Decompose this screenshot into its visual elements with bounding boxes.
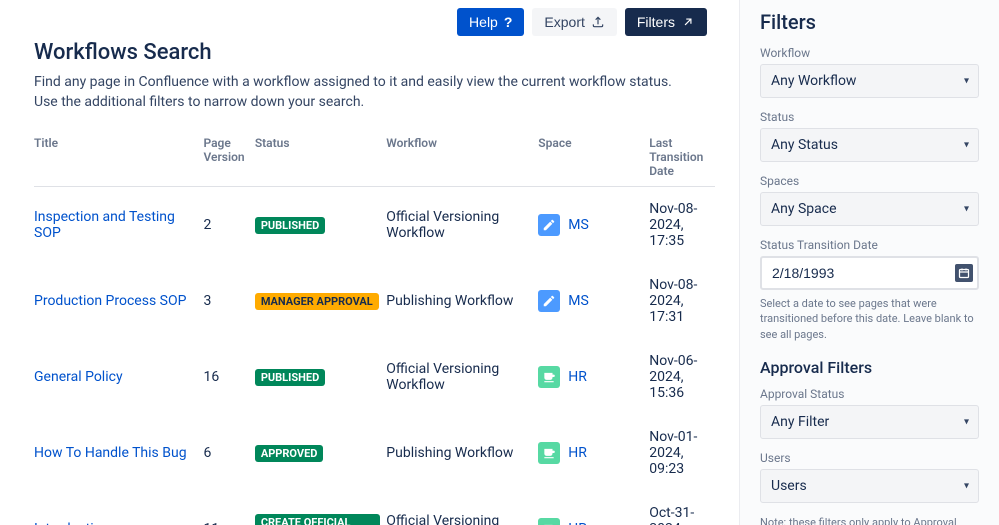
row-date: Nov-06-2024, 15:36 <box>649 339 715 415</box>
status-badge: PUBLISHED <box>255 369 325 386</box>
help-label: Help <box>469 14 498 30</box>
share-icon <box>591 15 605 29</box>
column-title: Title <box>34 128 203 187</box>
row-version: 11 <box>203 491 254 525</box>
arrow-icon <box>681 15 695 29</box>
calendar-icon <box>955 264 973 282</box>
column-space: Space <box>538 128 649 187</box>
space-icon <box>538 442 560 464</box>
status-badge: APPROVED <box>255 445 324 462</box>
status-badge: MANAGER APPROVAL <box>255 293 379 310</box>
approval-help-text-span: Note: these filters only apply to Approv… <box>760 516 957 525</box>
main-content: Help ? Export Filters Workflows Search F… <box>0 0 739 525</box>
row-date: Nov-08-2024, 17:31 <box>649 263 715 339</box>
date-label: Status Transition Date <box>760 238 979 252</box>
column-status: Status <box>255 128 386 187</box>
row-version: 3 <box>203 263 254 339</box>
row-title-link[interactable]: Introduction <box>34 521 109 525</box>
export-label: Export <box>544 14 584 30</box>
space-icon <box>538 518 560 525</box>
row-date: Nov-08-2024, 17:35 <box>649 187 715 264</box>
table-row: General Policy 16 PUBLISHED Official Ver… <box>34 339 715 415</box>
status-label: Status <box>760 110 979 124</box>
status-select[interactable]: Any Status <box>760 128 979 162</box>
row-title-link[interactable]: Inspection and Testing SOP <box>34 209 175 241</box>
workflow-select[interactable]: Any Workflow <box>760 64 979 98</box>
table-row: Inspection and Testing SOP 2 PUBLISHED O… <box>34 187 715 264</box>
spaces-select[interactable]: Any Space <box>760 192 979 226</box>
spaces-label: Spaces <box>760 174 979 188</box>
status-badge: CREATE OFFICIAL VERSION <box>255 514 380 525</box>
page-title: Workflows Search <box>34 40 715 65</box>
space-link[interactable]: HR <box>568 521 587 525</box>
help-button[interactable]: Help ? <box>457 8 524 36</box>
filters-label: Filters <box>637 14 675 30</box>
sidebar-title: Filters <box>760 10 979 34</box>
users-select[interactable]: Users <box>760 469 979 503</box>
date-help-text: Select a date to see pages that were tra… <box>760 296 979 342</box>
row-version: 16 <box>203 339 254 415</box>
column-last-transition-date: Last Transition Date <box>649 128 715 187</box>
row-title-link[interactable]: How To Handle This Bug <box>34 445 187 461</box>
space-link[interactable]: MS <box>568 217 589 233</box>
row-version: 2 <box>203 187 254 264</box>
users-label: Users <box>760 451 979 465</box>
status-transition-date-input[interactable] <box>760 256 979 290</box>
filters-button[interactable]: Filters <box>625 8 707 36</box>
row-workflow: Publishing Workflow <box>386 415 538 491</box>
column-workflow: Workflow <box>386 128 538 187</box>
row-workflow: Official Versioning Workflow <box>386 339 538 415</box>
row-title-link[interactable]: General Policy <box>34 369 123 385</box>
row-date: Nov-01-2024, 09:23 <box>649 415 715 491</box>
space-icon <box>538 214 560 236</box>
toolbar: Help ? Export Filters <box>34 8 715 36</box>
space-link[interactable]: HR <box>568 445 587 461</box>
table-row: Introduction 11 CREATE OFFICIAL VERSION … <box>34 491 715 525</box>
space-icon <box>538 290 560 312</box>
column-page-version: Page Version <box>203 128 254 187</box>
approval-status-select[interactable]: Any Filter <box>760 405 979 439</box>
status-badge: PUBLISHED <box>255 217 325 234</box>
row-date: Oct-31-2024, 16:29 <box>649 491 715 525</box>
row-title-link[interactable]: Production Process SOP <box>34 293 186 309</box>
question-icon: ? <box>504 14 513 30</box>
row-version: 6 <box>203 415 254 491</box>
row-workflow: Publishing Workflow <box>386 263 538 339</box>
approval-status-label: Approval Status <box>760 387 979 401</box>
table-row: How To Handle This Bug 6 APPROVED Publis… <box>34 415 715 491</box>
space-link[interactable]: HR <box>568 369 587 385</box>
space-icon <box>538 366 560 388</box>
row-workflow: Official Versioning Workflow <box>386 491 538 525</box>
page-subtitle: Find any page in Confluence with a workf… <box>34 73 674 112</box>
row-workflow: Official Versioning Workflow <box>386 187 538 264</box>
approval-filters-title: Approval Filters <box>760 358 979 377</box>
table-row: Production Process SOP 3 MANAGER APPROVA… <box>34 263 715 339</box>
space-link[interactable]: MS <box>568 293 589 309</box>
workflow-label: Workflow <box>760 46 979 60</box>
export-button[interactable]: Export <box>532 8 616 36</box>
filters-sidebar: Filters Workflow Any Workflow Status Any… <box>739 0 999 525</box>
approval-help-text: Note: these filters only apply to Approv… <box>760 515 979 525</box>
results-table: Title Page Version Status Workflow Space… <box>34 128 715 525</box>
